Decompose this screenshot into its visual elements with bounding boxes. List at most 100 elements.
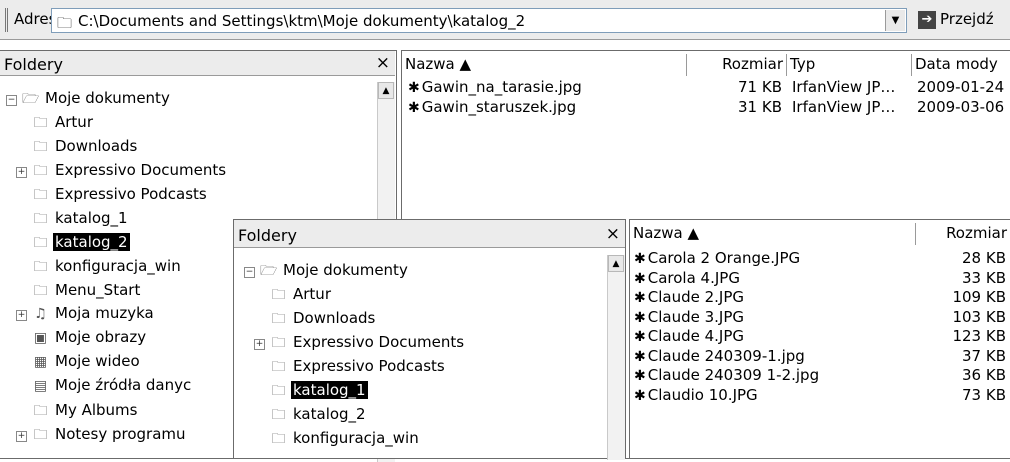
file-size-cell: 109 KB [952, 288, 1006, 306]
file-name: Gawin_staruszek.jpg [421, 98, 577, 116]
column-header[interactable]: Data mody [912, 54, 1010, 76]
scroll-up-arrow-icon[interactable]: ▲ [378, 82, 394, 99]
file-type-cell: IrfanView JP… [792, 98, 896, 116]
tree-item-label: Moje dokumenty [45, 89, 170, 107]
column-header[interactable]: Nazwa ▲ [630, 223, 916, 245]
expand-icon[interactable]: + [16, 167, 27, 178]
overlay-folder-pane-title: Foldery [238, 226, 297, 245]
expand-icon[interactable]: + [254, 339, 265, 350]
expressivo-folder-icon: 🗀 [271, 335, 286, 351]
image-file-icon: ✱ [634, 251, 646, 267]
file-size-cell: 33 KB [962, 268, 1006, 287]
file-size-cell: 37 KB [962, 346, 1006, 365]
toolbar-grip[interactable] [5, 8, 8, 32]
tree-item-label: Menu_Start [55, 281, 141, 299]
folder-icon: 🗀 [33, 427, 48, 443]
tree-item[interactable]: 🗀 Artur [16, 112, 95, 136]
address-path: C:\Documents and Settings\ktm\Moje dokum… [78, 12, 526, 30]
close-icon[interactable]: × [606, 224, 620, 244]
file-name-cell[interactable]: ✱ Claudio 10.JPG [634, 386, 758, 404]
tree-item[interactable]: ▦ Moje wideo [16, 352, 142, 376]
tree-item[interactable]: − 🗁 Moje dokumenty [6, 88, 172, 112]
collapse-icon[interactable]: − [6, 95, 17, 106]
image-file-icon: ✱ [634, 290, 646, 306]
tree-item[interactable]: ▣ Moje obrazy [16, 328, 148, 352]
tree-item[interactable]: 🗀 katalog_1 [254, 380, 368, 404]
address-dropdown-button[interactable]: ▼ [885, 10, 905, 31]
tree-item[interactable]: 🗀 Menu_Start [16, 280, 142, 304]
file-name-cell[interactable]: ✱ Carola 2 Orange.JPG [634, 249, 800, 267]
tree-item[interactable]: ▤ Moje źródła danyc [16, 376, 193, 400]
file-size-cell: 71 KB [738, 78, 782, 96]
file-name: Gawin_na_tarasie.jpg [421, 78, 582, 96]
file-size-cell: 123 KB [952, 327, 1006, 345]
go-button[interactable]: ➔ Przejdź [916, 8, 1004, 33]
go-arrow-icon: ➔ [918, 11, 936, 29]
tree-item-label: Expressivo Podcasts [55, 185, 207, 203]
tree-item[interactable]: 🗀 katalog_1 [16, 208, 130, 232]
tree-item-label: Downloads [293, 309, 376, 327]
file-name-cell[interactable]: ✱ Gawin_staruszek.jpg [408, 98, 576, 116]
file-name-cell[interactable]: ✱ Claude 3.JPG [634, 308, 744, 326]
file-date-cell: 2009-03-06 [917, 98, 1005, 116]
expand-icon[interactable]: + [16, 431, 27, 442]
file-size-cell: 36 KB [962, 366, 1006, 384]
tree-item-label: Expressivo Documents [293, 333, 465, 351]
file-name-cell[interactable]: ✱ Claude 240309-1.jpg [634, 347, 805, 365]
file-name-cell[interactable]: ✱ Claude 4.JPG [634, 327, 744, 345]
file-name-cell[interactable]: ✱ Carola 4.JPG [634, 269, 740, 287]
tree-item-label: Moje dokumenty [283, 261, 408, 279]
expressivo-folder-icon: 🗀 [271, 359, 286, 375]
image-file-icon: ✱ [634, 387, 646, 404]
close-icon[interactable]: × [376, 53, 390, 73]
tree-item[interactable]: + ♫ Moja muzyka [16, 304, 156, 328]
folder-icon: 🗀 [33, 259, 48, 275]
folder-icon: 🗀 [33, 403, 48, 419]
tree-item[interactable]: 🗀 Expressivo Podcasts [254, 356, 447, 380]
folder-icon: 🗀 [271, 383, 286, 399]
file-size-cell: 73 KB [962, 385, 1006, 404]
tree-item[interactable]: + 🗀 Expressivo Documents [16, 160, 228, 184]
file-size-cell: 31 KB [738, 98, 782, 116]
file-name-cell[interactable]: ✱ Claude 240309 1-2.jpg [634, 366, 819, 384]
file-name: Carola 2 Orange.JPG [647, 249, 801, 267]
expand-icon[interactable]: + [16, 310, 27, 321]
image-file-icon: ✱ [634, 329, 646, 345]
tree-item-label: katalog_2 [293, 405, 366, 423]
file-name-cell[interactable]: ✱ Gawin_na_tarasie.jpg [408, 78, 582, 96]
image-file-icon: ✱ [634, 368, 646, 384]
column-header[interactable]: Typ [787, 54, 912, 76]
overlay-folder-pane-header: Foldery × [234, 220, 625, 248]
tree-item-label: My Albums [55, 401, 138, 419]
collapse-icon[interactable]: − [244, 267, 255, 278]
tree-item[interactable]: 🗀 katalog_2 [16, 232, 130, 256]
folder-icon: 🗀 [33, 211, 48, 227]
tree-item[interactable]: + 🗀 Notesy programu [16, 424, 188, 448]
file-name-cell[interactable]: ✱ Claude 2.JPG [634, 288, 744, 306]
tree-item[interactable]: + 🗀 Expressivo Documents [254, 332, 466, 356]
tree-item[interactable]: 🗀 Expressivo Podcasts [16, 184, 209, 208]
folder-icon: 🗀 [33, 235, 48, 251]
image-file-icon: ✱ [634, 348, 646, 365]
vertical-scrollbar[interactable]: ▲ [607, 255, 625, 460]
column-header[interactable]: Rozmiar [916, 223, 1010, 245]
image-file-icon: ✱ [408, 80, 420, 96]
tree-item-label: Notesy programu [55, 425, 186, 443]
column-header[interactable]: Nazwa ▲ [402, 54, 687, 76]
folder-icon: 🗀 [33, 139, 48, 155]
tree-item[interactable]: 🗀 konfiguracja_win [16, 256, 183, 280]
address-input[interactable]: 🗀 C:\Documents and Settings\ktm\Moje dok… [51, 8, 907, 33]
tree-item-label: Expressivo Podcasts [293, 357, 445, 375]
tree-item[interactable]: 🗀 konfiguracja_win [254, 428, 421, 452]
tree-item[interactable]: 🗀 Downloads [254, 308, 377, 332]
tree-item[interactable]: 🗀 Downloads [16, 136, 139, 160]
data-sources-folder-icon: ▤ [33, 378, 48, 394]
column-header[interactable]: Rozmiar [687, 54, 787, 76]
tree-item[interactable]: 🗀 My Albums [16, 400, 139, 424]
folder-icon: 🗀 [271, 431, 286, 447]
tree-item[interactable]: 🗀 katalog_2 [254, 404, 368, 428]
tree-item[interactable]: 🗀 Artur [254, 284, 333, 308]
tree-item[interactable]: − 🗁 Moje dokumenty [244, 260, 410, 284]
pictures-folder-icon: ▣ [33, 330, 48, 346]
scroll-up-arrow-icon[interactable]: ▲ [608, 255, 624, 272]
